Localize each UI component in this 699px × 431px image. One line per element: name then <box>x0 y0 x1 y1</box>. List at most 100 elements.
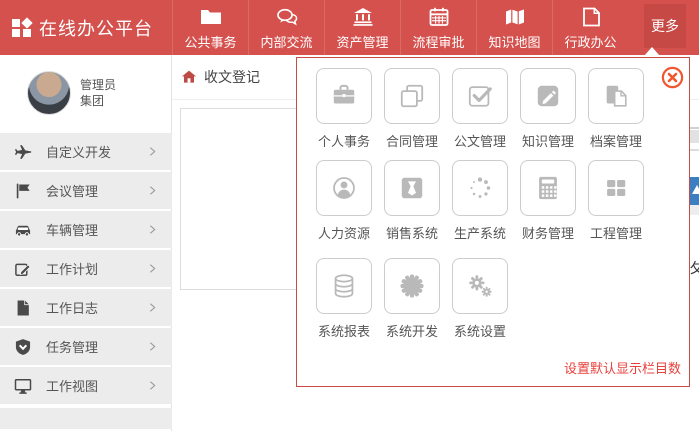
occluded-text-fragment: 攵 <box>690 258 699 275</box>
more-apps-popup: 个人事务 合同管理 公文管理 <box>296 57 690 387</box>
sidebar-item-label: 会议管理 <box>46 181 146 200</box>
app-tile-system-settings[interactable]: 系统设置 <box>446 258 514 340</box>
app-tile-label: 档案管理 <box>590 131 642 150</box>
file-icon <box>13 298 33 318</box>
sidebar-item-label: 车辆管理 <box>46 220 146 239</box>
app-tile-row: 个人事务 合同管理 公文管理 <box>310 68 650 150</box>
sidebar-item-custom-dev[interactable]: 自定义开发 <box>0 133 172 170</box>
app-tile-archive-management[interactable]: 档案管理 <box>582 68 650 150</box>
sidebar-item-label: 工作视图 <box>46 376 146 395</box>
topnav-item-public-affairs[interactable]: 公共事务 <box>172 0 248 55</box>
app-tile-system-development[interactable]: 系统开发 <box>378 258 446 340</box>
app-window: 在线办公平台 公共事务 内部交流 资产管 <box>0 0 699 431</box>
sidebar-item-task-management[interactable]: 任务管理 <box>0 328 172 365</box>
set-default-columns-link[interactable]: 设置默认显示栏目数 <box>564 358 681 377</box>
sidebar-item-label: 工作计划 <box>46 259 146 278</box>
app-tile-human-resources[interactable]: 人力资源 <box>310 160 378 242</box>
gear-icon <box>396 270 428 302</box>
close-button[interactable] <box>661 66 684 89</box>
occluded-content-fragment <box>690 130 699 143</box>
top-navigation-bar: 在线办公平台 公共事务 内部交流 资产管 <box>0 0 699 55</box>
sidebar-menu: 自定义开发 会议管理 车辆管理 <box>0 133 172 429</box>
calculator-icon <box>532 172 564 204</box>
map-icon <box>503 5 527 29</box>
app-tile-label: 知识管理 <box>522 131 574 150</box>
copy-icon <box>396 80 428 112</box>
person-circle-icon <box>328 172 360 204</box>
page-title: 收文登记 <box>204 67 260 87</box>
calendar-icon <box>427 5 451 29</box>
briefcase-icon <box>328 80 360 112</box>
app-tile-engineering-management[interactable]: 工程管理 <box>582 160 650 242</box>
occluded-content-fragment <box>690 149 699 151</box>
edit-icon <box>13 259 33 279</box>
user-profile[interactable]: 管理员 集团 <box>0 55 171 131</box>
app-tile-finance-management[interactable]: 财务管理 <box>514 160 582 242</box>
sidebar-item-work-plan[interactable]: 工作计划 <box>0 250 172 287</box>
topnav-item-asset-management[interactable]: 资产管理 <box>324 0 400 55</box>
app-tile-row: 人力资源 销售系统 生产系统 <box>310 160 650 242</box>
app-tile-label: 销售系统 <box>386 223 438 242</box>
app-tile-sales-system[interactable]: 销售系统 <box>378 160 446 242</box>
user-org: 集团 <box>80 93 116 109</box>
app-tile-label: 系统开发 <box>386 321 438 340</box>
user-avatar[interactable] <box>27 71 71 115</box>
pencil-square-icon <box>532 80 564 112</box>
app-tile-label: 人力资源 <box>318 223 370 242</box>
app-tile-label: 公文管理 <box>454 131 506 150</box>
dot-spinner-icon <box>464 172 496 204</box>
topnav-item-knowledge-map[interactable]: 知识地图 <box>476 0 552 55</box>
grid-squares-icon <box>600 172 632 204</box>
topnav-label: 公共事务 <box>184 32 236 51</box>
topnav-item-internal-communication[interactable]: 内部交流 <box>248 0 324 55</box>
close-icon <box>661 66 684 89</box>
document-icon <box>579 5 603 29</box>
app-tile-row: 系统报表 系统开发 <box>310 258 514 340</box>
app-tile-personal-affairs[interactable]: 个人事务 <box>310 68 378 150</box>
sidebar-item-label: 任务管理 <box>46 337 146 356</box>
plane-icon <box>13 142 33 162</box>
top-menu: 公共事务 内部交流 资产管理 <box>172 0 628 55</box>
topnav-item-process-approval[interactable]: 流程审批 <box>400 0 476 55</box>
app-tile-production-system[interactable]: 生产系统 <box>446 160 514 242</box>
folder-icon <box>199 5 223 29</box>
app-tile-label: 合同管理 <box>386 131 438 150</box>
gears-icon <box>464 270 496 302</box>
sidebar-item-label: 工作日志 <box>46 298 146 317</box>
app-tile-label: 系统设置 <box>454 321 506 340</box>
sidebar-item-work-view[interactable]: 工作视图 <box>0 367 172 404</box>
occluded-blue-button-fragment <box>690 177 699 205</box>
car-icon <box>13 220 33 240</box>
app-tile-system-reports[interactable]: 系统报表 <box>310 258 378 340</box>
occluded-content-fragment <box>690 127 699 129</box>
tie-icon <box>396 172 428 204</box>
sidebar-item-work-log[interactable]: 工作日志 <box>0 289 172 326</box>
chevron-right-icon <box>146 340 159 353</box>
sidebar-item-meeting-management[interactable]: 会议管理 <box>0 172 172 209</box>
occluded-content-fragment <box>690 205 699 215</box>
popup-pointer-arrow <box>644 47 660 56</box>
app-logo: 在线办公平台 <box>0 0 172 55</box>
app-tile-label: 个人事务 <box>318 131 370 150</box>
topnav-label: 资产管理 <box>336 32 388 51</box>
sidebar-item-vehicle-management[interactable]: 车辆管理 <box>0 211 172 248</box>
home-icon <box>181 69 197 85</box>
shield-icon <box>13 337 33 357</box>
app-tile-document-management[interactable]: 公文管理 <box>446 68 514 150</box>
chevron-right-icon <box>146 379 159 392</box>
more-button[interactable]: 更多 <box>644 4 686 48</box>
app-tile-label: 系统报表 <box>318 321 370 340</box>
check-square-icon <box>464 80 496 112</box>
user-name: 管理员 <box>80 77 116 93</box>
sidebar-item-label: 自定义开发 <box>46 142 146 161</box>
sidebar: 管理员 集团 自定义开发 会议管理 车辆管理 <box>0 55 172 431</box>
app-tile-contract-management[interactable]: 合同管理 <box>378 68 446 150</box>
chevron-right-icon <box>146 223 159 236</box>
flag-icon <box>13 181 33 201</box>
app-tile-knowledge-management[interactable]: 知识管理 <box>514 68 582 150</box>
topnav-label: 流程审批 <box>412 32 464 51</box>
topnav-item-admin-office[interactable]: 行政办公 <box>552 0 628 55</box>
chevron-right-icon <box>146 301 159 314</box>
sidebar-item-partial <box>0 408 172 429</box>
app-tile-label: 工程管理 <box>590 223 642 242</box>
